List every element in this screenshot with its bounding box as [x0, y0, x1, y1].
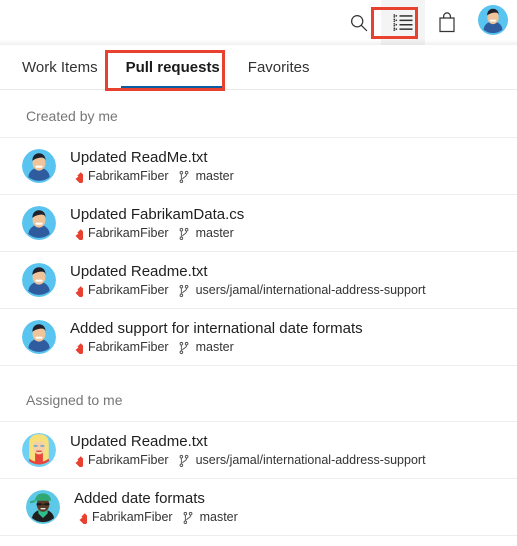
user-avatar-button[interactable]	[469, 0, 517, 45]
section-header-created-by-me: Created by me	[26, 108, 118, 124]
repo-name: FabrikamFiber	[92, 510, 173, 524]
branch-name: users/jamal/international-address-suppor…	[195, 453, 426, 467]
pull-request-meta: FabrikamFiber master	[70, 169, 234, 184]
pull-request-details: Added date formats FabrikamFiber master	[74, 489, 238, 525]
pull-request-row[interactable]: Added date formats FabrikamFiber master	[0, 479, 517, 536]
branch-name: master	[195, 169, 234, 183]
search-icon	[349, 13, 369, 33]
pull-request-meta: FabrikamFiber master	[70, 226, 244, 241]
repo-name: FabrikamFiber	[88, 453, 169, 467]
pull-request-meta: FabrikamFiber master	[74, 510, 238, 525]
branch-name: users/jamal/international-address-suppor…	[195, 283, 426, 297]
repo-icon	[70, 170, 83, 183]
avatar	[26, 490, 60, 524]
branch-name: master	[199, 510, 238, 524]
pull-request-row[interactable]: Updated ReadMe.txt FabrikamFiber master	[0, 138, 517, 195]
repo-name: FabrikamFiber	[88, 169, 169, 183]
pull-request-row[interactable]: Updated FabrikamData.cs FabrikamFiber ma…	[0, 195, 517, 252]
avatar	[22, 320, 56, 354]
branch-icon	[178, 341, 190, 355]
repo-icon	[70, 227, 83, 240]
repo-name: FabrikamFiber	[88, 283, 169, 297]
pull-request-details: Updated ReadMe.txt FabrikamFiber master	[70, 148, 234, 184]
pull-request-details: Added support for international date for…	[70, 319, 363, 355]
branch-icon	[182, 511, 194, 525]
queue-list-icon	[393, 13, 413, 32]
pull-request-row[interactable]: Added support for international date for…	[0, 309, 517, 366]
repo-name: FabrikamFiber	[88, 226, 169, 240]
tab-pull-requests[interactable]: Pull requests	[112, 45, 234, 89]
tab-favorites[interactable]: Favorites	[234, 45, 324, 89]
marketplace-icon-button[interactable]	[425, 0, 469, 45]
repo-name: FabrikamFiber	[88, 340, 169, 354]
branch-icon	[178, 227, 190, 241]
pull-request-meta: FabrikamFiber master	[70, 340, 363, 355]
avatar	[22, 263, 56, 297]
pull-request-title: Updated Readme.txt	[70, 433, 208, 450]
branch-name: master	[195, 226, 234, 240]
pull-request-list-created-by-me: Updated ReadMe.txt FabrikamFiber master …	[0, 137, 517, 366]
pull-request-meta: FabrikamFiber users/jamal/international-…	[70, 453, 426, 468]
avatar	[22, 149, 56, 183]
top-header-bar	[0, 0, 517, 45]
tab-favorites-label: Favorites	[247, 58, 310, 76]
pull-request-details: Updated Readme.txt FabrikamFiber users/j…	[70, 432, 426, 468]
pull-request-meta: FabrikamFiber users/jamal/international-…	[70, 283, 426, 298]
branch-icon	[178, 284, 190, 298]
repo-icon	[70, 284, 83, 297]
branch-name: master	[195, 340, 234, 354]
tab-work-items-label: Work Items	[22, 58, 98, 76]
header-actions	[337, 0, 517, 45]
shopping-bag-icon	[438, 12, 456, 33]
pull-request-title: Added date formats	[74, 490, 205, 507]
branch-icon	[178, 454, 190, 468]
pull-request-row[interactable]: Updated Readme.txt FabrikamFiber users/j…	[0, 252, 517, 309]
pull-request-row[interactable]: Updated Readme.txt FabrikamFiber users/j…	[0, 422, 517, 479]
tab-work-items[interactable]: Work Items	[22, 45, 112, 89]
avatar	[22, 433, 56, 467]
user-avatar-icon	[478, 5, 508, 40]
pull-request-title: Added support for international date for…	[70, 320, 363, 337]
pull-request-title: Updated Readme.txt	[70, 263, 208, 280]
pull-request-list-assigned-to-me: Updated Readme.txt FabrikamFiber users/j…	[0, 421, 517, 536]
queue-list-icon-button[interactable]	[381, 0, 425, 45]
search-icon-button[interactable]	[337, 0, 381, 45]
pull-request-details: Updated Readme.txt FabrikamFiber users/j…	[70, 262, 426, 298]
repo-icon	[70, 341, 83, 354]
section-header-assigned-to-me: Assigned to me	[26, 392, 123, 408]
pull-requests-content: Created by me Updated ReadMe.txt Fabrika…	[0, 90, 517, 536]
repo-icon	[70, 454, 83, 467]
branch-icon	[178, 170, 190, 184]
pull-request-title: Updated ReadMe.txt	[70, 149, 208, 166]
pull-request-details: Updated FabrikamData.cs FabrikamFiber ma…	[70, 205, 244, 241]
avatar	[22, 206, 56, 240]
pull-request-title: Updated FabrikamData.cs	[70, 206, 245, 223]
repo-icon	[74, 511, 87, 524]
tab-pull-requests-label: Pull requests	[125, 58, 220, 76]
tab-bar: Work Items Pull requests Favorites	[0, 45, 517, 90]
